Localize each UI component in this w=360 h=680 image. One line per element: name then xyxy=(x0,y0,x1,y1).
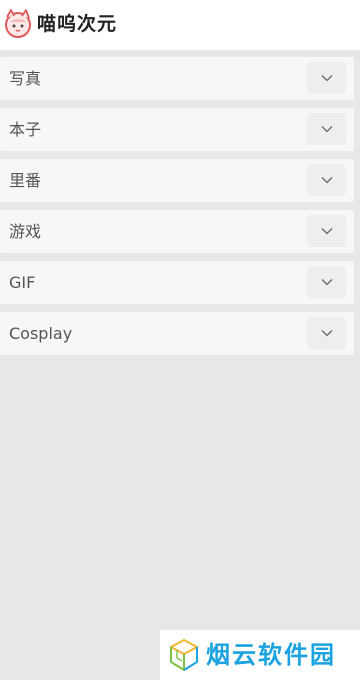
chevron-down-icon xyxy=(321,126,332,133)
expand-toggle-button[interactable] xyxy=(307,113,346,145)
cat-face-icon[interactable] xyxy=(2,8,34,40)
chevron-down-icon xyxy=(321,75,332,82)
watermark-text: 烟云软件园 xyxy=(206,641,336,669)
expand-toggle-button[interactable] xyxy=(307,317,346,349)
category-menu: 写真 本子 里番 游戏 GIF Cosplay xyxy=(0,57,354,363)
menu-item-photos[interactable]: 写真 xyxy=(0,57,354,100)
cube-logo-icon xyxy=(168,638,200,672)
app-title[interactable]: 喵呜次元 xyxy=(37,11,117,37)
menu-item-label: GIF xyxy=(9,273,36,292)
menu-item-anime[interactable]: 里番 xyxy=(0,159,354,202)
expand-toggle-button[interactable] xyxy=(307,215,346,247)
chevron-down-icon xyxy=(321,279,332,286)
menu-item-label: 里番 xyxy=(9,171,42,190)
expand-toggle-button[interactable] xyxy=(307,164,346,196)
menu-item-label: 写真 xyxy=(9,69,42,88)
chevron-down-icon xyxy=(321,228,332,235)
expand-toggle-button[interactable] xyxy=(307,266,346,298)
menu-item-cosplay[interactable]: Cosplay xyxy=(0,312,354,355)
chevron-down-icon xyxy=(321,330,332,337)
menu-item-gif[interactable]: GIF xyxy=(0,261,354,304)
menu-item-games[interactable]: 游戏 xyxy=(0,210,354,253)
menu-item-label: Cosplay xyxy=(9,324,73,343)
app-header: 喵呜次元 xyxy=(0,0,360,50)
menu-item-label: 本子 xyxy=(9,120,42,139)
menu-item-books[interactable]: 本子 xyxy=(0,108,354,151)
watermark-banner: 烟云软件园 xyxy=(160,630,360,680)
menu-item-label: 游戏 xyxy=(9,222,42,241)
expand-toggle-button[interactable] xyxy=(307,62,346,94)
chevron-down-icon xyxy=(321,177,332,184)
